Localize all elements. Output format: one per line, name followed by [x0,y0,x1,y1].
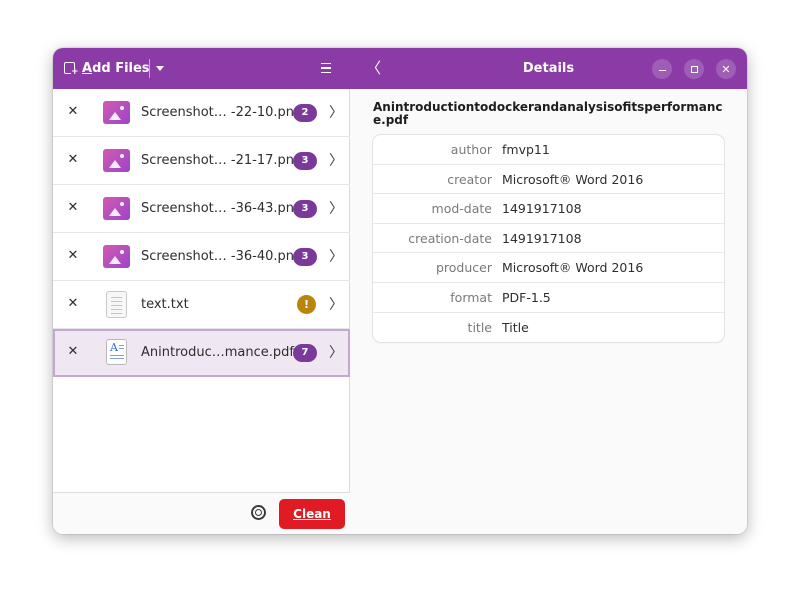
metadata-key: format [450,289,492,305]
file-row[interactable]: ✕ Screenshot… -21-17.png 3 〉 [53,137,350,185]
file-name: Screenshot… -22-10.png [141,105,303,120]
metadata-value: Microsoft® Word 2016 [502,171,644,187]
file-row[interactable]: ✕ Screenshot… -36-43.png 3 〉 [53,185,350,233]
pdf-file-icon: A [106,339,127,365]
chevron-right-icon[interactable]: 〉 [329,345,343,361]
metadata-count-badge: 7 [293,344,317,362]
metadata-value: Microsoft® Word 2016 [502,260,644,276]
add-files-dropdown-button[interactable] [153,58,167,78]
chevron-right-icon[interactable]: 〉 [329,249,343,265]
metadata-key: creator [447,171,492,187]
file-name: Screenshot… -21-17.png [141,153,303,168]
image-icon [103,149,130,172]
add-files-label: Add Files [82,60,150,76]
remove-icon[interactable]: ✕ [67,152,79,168]
metadata-count-badge: 3 [293,200,317,218]
document-title: Anintroductiontodockerandanalysisofitspe… [373,100,723,127]
metadata-key: producer [435,260,492,276]
chevron-right-icon[interactable]: 〉 [329,105,343,121]
left-headerbar: + Add Files [53,48,350,89]
remove-icon[interactable]: ✕ [67,104,79,120]
chevron-right-icon[interactable]: 〉 [329,297,343,313]
remove-icon[interactable]: ✕ [67,248,79,264]
metadata-row: creator Microsoft® Word 2016 [373,165,724,195]
main-menu-button[interactable] [321,61,333,75]
metadata-row: title Title [373,313,724,342]
minimize-icon [658,69,666,72]
left-footer: Clean [53,492,350,534]
back-chevron-icon[interactable]: 〈 [366,58,381,78]
file-name: Anintroduc…mance.pdf [141,345,294,360]
remove-icon[interactable]: ✕ [67,296,79,312]
metadata-list: author fmvp11 creator Microsoft® Word 2016 m… [373,135,724,342]
hamburger-icon [321,63,331,65]
metadata-key: creation-date [408,230,492,246]
minimize-button[interactable] [652,59,672,79]
metadata-count-badge: 3 [293,152,317,170]
file-row[interactable]: ✕ A Anintroduc…mance.pdf 7 〉 [53,329,350,377]
metadata-value: fmvp11 [502,142,550,157]
metadata-row: format PDF-1.5 [373,283,724,313]
file-name: Screenshot… -36-43.png [141,201,303,216]
metadata-row: mod-date 1491917108 [373,194,724,224]
text-file-icon [106,291,127,318]
metadata-row: creation-date 1491917108 [373,224,724,254]
metadata-value: PDF-1.5 [502,289,551,305]
details-pane: Details 〈 ✕ Anintroductiontodockerandana… [350,48,747,534]
metadata-key: title [467,319,492,335]
file-name: Screenshot… -36-40.png [141,249,303,264]
app-window: + Add Files ✕ Screenshot… -22-10.png 2 〉 ✕ Sc… [53,48,747,534]
metadata-row: producer Microsoft® Word 2016 [373,253,724,283]
file-list-pane: + Add Files ✕ Screenshot… -22-10.png 2 〉 ✕ Sc… [53,48,350,534]
right-headerbar: Details 〈 ✕ [350,48,747,89]
maximize-icon [690,65,698,73]
chevron-right-icon[interactable]: 〉 [329,153,343,169]
header-separator [149,59,150,78]
file-list: ✕ Screenshot… -22-10.png 2 〉 ✕ Screenshot… -2… [53,89,350,377]
metadata-value: 1491917108 [502,230,582,246]
add-file-icon: + [63,61,79,77]
close-button[interactable]: ✕ [716,59,736,79]
metadata-key: mod-date [431,201,492,217]
maximize-button[interactable] [684,59,704,79]
chevron-right-icon[interactable]: 〉 [329,201,343,217]
image-icon [103,101,130,124]
remove-icon[interactable]: ✕ [67,200,79,216]
metadata-key: author [450,142,492,157]
file-name: text.txt [141,297,189,312]
image-icon [103,245,130,268]
metadata-count-badge: 3 [293,248,317,266]
file-row[interactable]: ✕ Screenshot… -22-10.png 2 〉 [53,89,350,137]
close-icon: ✕ [721,62,731,76]
file-row[interactable]: ✕ Screenshot… -36-40.png 3 〉 [53,233,350,281]
warning-badge: ! [297,295,316,314]
file-row[interactable]: ✕ text.txt! 〉 [53,281,350,329]
caret-down-icon [156,65,164,71]
metadata-count-badge: 2 [293,104,317,122]
image-icon [103,197,130,220]
metadata-value: Title [502,319,529,335]
gear-icon[interactable] [251,505,266,520]
metadata-row: author fmvp11 [373,135,724,165]
add-files-button[interactable]: + Add Files [63,57,150,79]
metadata-value: 1491917108 [502,201,582,217]
remove-icon[interactable]: ✕ [67,344,79,360]
clean-button[interactable]: Clean [279,499,345,529]
